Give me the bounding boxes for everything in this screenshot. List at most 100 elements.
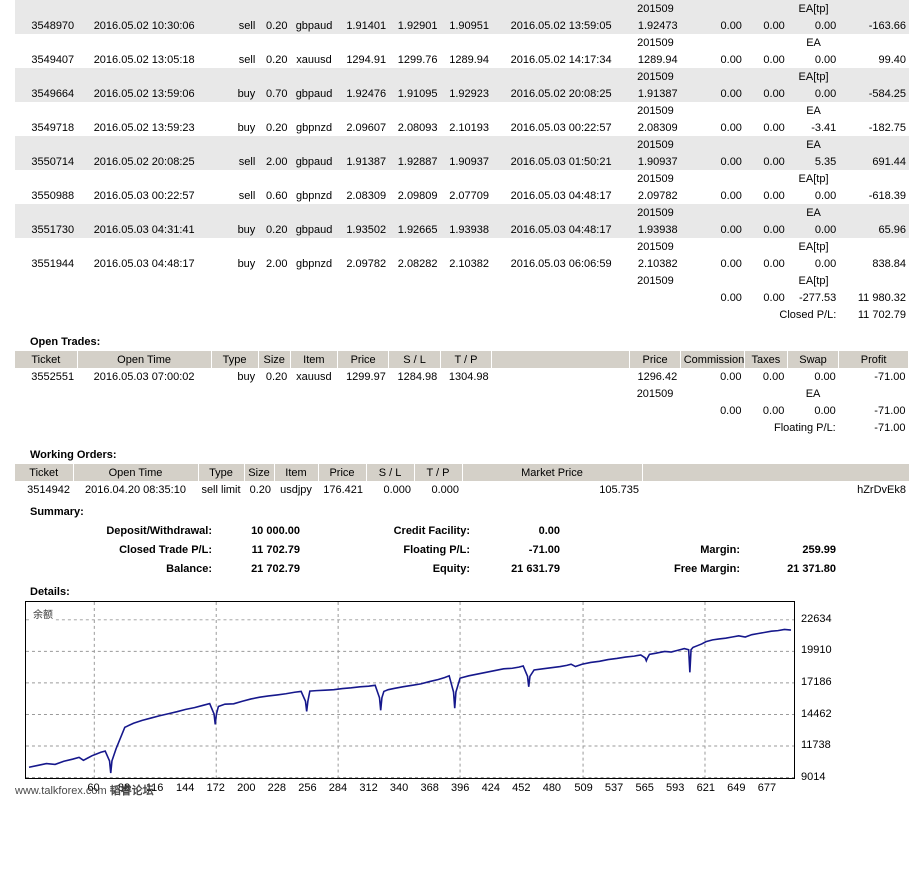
table-row[interactable]: 3549664 2016.05.02 13:59:06 buy 0.70 gbpaud 1… <box>15 85 909 102</box>
comment-spacer <box>211 68 259 85</box>
cell-close-price: 2.10382 <box>637 257 678 270</box>
chart-series-label: 余额 <box>32 606 54 621</box>
cell-profit: -584.25 <box>839 85 909 102</box>
cell-open-time: 2016.05.02 13:05:18 <box>93 53 195 66</box>
summary-row-deposit: Deposit/Withdrawal: 10 000.00 Credit Fac… <box>15 521 909 540</box>
summary-spacer-5 <box>839 559 909 578</box>
open-trades-table: Ticket Open Time Type Size Item Price S / LT /… <box>15 351 909 436</box>
summary-row-balance: Balance: 21 702.79 Equity: 21 631.79 Fre… <box>15 559 909 578</box>
closed-trade-comment-ea: EA[tp] <box>798 240 829 253</box>
comment-spacer <box>290 238 337 255</box>
cell-profit: 838.84 <box>872 257 906 270</box>
comment-spacer <box>15 204 78 221</box>
table-row[interactable]: 3552551 2016.05.03 07:00:02 buy 0.20 xauusd 1… <box>15 368 909 385</box>
floating-pl-row: Floating P/L: -71.00 <box>15 419 909 436</box>
comment-spacer <box>441 102 492 119</box>
comment-spacer <box>290 102 337 119</box>
cell-tp: 1.90951 <box>440 17 492 34</box>
comment-spacer <box>211 136 259 153</box>
totals-spacer <box>77 402 211 419</box>
cell-taxes: 0.00 <box>763 53 785 66</box>
chart-x-tick-label: 256 <box>298 782 317 794</box>
balance-value: 21 702.79 <box>251 562 300 575</box>
comment-spacer <box>337 204 390 221</box>
cell-commission: 0.00 <box>680 17 745 34</box>
cell-price: 1.91387 <box>337 153 390 170</box>
comment-spacer <box>680 68 745 85</box>
totals-profit: -71.00 <box>874 404 906 417</box>
cell-open-time: 2016.05.02 13:59:23 <box>93 121 195 134</box>
comment-spacer <box>77 102 211 119</box>
table-row[interactable]: 3551730 2016.05.03 04:31:41 buy 0.20 gbpaud 1… <box>15 221 909 238</box>
open-header-close-price: Price <box>629 351 681 368</box>
closed-trade-pl-label: Closed Trade P/L: <box>119 543 212 556</box>
cell-commission: 0.00 <box>720 189 742 202</box>
comment-spacer <box>77 385 211 402</box>
closed-trade-comment-code: 201509 <box>630 136 681 153</box>
open-header-price: Price <box>337 351 390 368</box>
cell-sl: 1284.98 <box>397 370 438 383</box>
comment-spacer <box>290 170 337 187</box>
comment-spacer <box>258 272 290 289</box>
cell-sl: 1.91095 <box>389 85 441 102</box>
comment-spacer <box>389 170 440 187</box>
cell-tp: 2.07709 <box>449 189 489 202</box>
cell-item: gbpnzd <box>296 189 333 202</box>
cell-swap: 0.00 <box>814 189 837 202</box>
chart-x-tick-label: 565 <box>635 782 654 794</box>
cell-taxes: 0.00 <box>763 257 785 270</box>
comment-spacer <box>211 272 258 289</box>
closed-pl-spacer <box>211 306 258 323</box>
comment-spacer <box>338 272 389 289</box>
table-row[interactable]: 3550988 2016.05.03 00:22:57 sell 0.60 gbpnzd… <box>15 187 909 204</box>
totals-taxes: 0.00 <box>762 404 785 417</box>
cell-swap: 0.00 <box>814 257 837 270</box>
cell-ticket: 3549718 <box>31 121 75 134</box>
comment-spacer <box>680 136 745 153</box>
floating-pl-label: Floating P/L: <box>773 421 836 434</box>
table-row[interactable]: 3550714 2016.05.02 20:08:25 sell 2.00 gbpaud… <box>15 153 909 170</box>
table-row[interactable]: 3548970 2016.05.02 10:30:06 sell 0.20 gbpaud… <box>15 17 909 34</box>
closed-trade-comment-row: 201509 EA[tp] <box>15 170 909 187</box>
floating-pl-spacer <box>492 419 630 436</box>
cell-type: buy <box>237 370 256 383</box>
comment-spacer <box>680 204 745 221</box>
closed-trade-comment-code: 201509 <box>637 36 674 49</box>
chart-x-tick-label: 340 <box>389 782 409 794</box>
cell-item: gbpnzd <box>296 121 333 134</box>
comment-spacer <box>258 136 291 153</box>
closed-trade-comment-row: 201509 EA <box>15 204 909 221</box>
cell-taxes: 0.00 <box>744 85 788 102</box>
closed-trade-comment-row: 201509 EA <box>15 34 909 51</box>
summary-spacer-4 <box>839 540 909 559</box>
cell-item: xauusd <box>296 53 332 66</box>
comment-spacer <box>744 0 788 17</box>
watermark-chinese: 韬睿论坛 <box>109 784 154 797</box>
cell-size: 0.20 <box>258 17 291 34</box>
comment-spacer <box>258 238 290 255</box>
cell-item: xauusd <box>296 370 332 383</box>
open-header-open-time: Open Time <box>77 351 212 368</box>
closed-pl-spacer <box>258 306 290 323</box>
closed-trade-comment-ea: EA <box>787 204 840 221</box>
open-header-ticket: Ticket <box>15 351 78 368</box>
comment-spacer <box>77 272 211 289</box>
table-row[interactable]: 3514942 2016.04.20 08:35:10 sell limit 0.20… <box>15 481 909 498</box>
balance-chart: 余额 22634 19910 17186 14462 11738 9014 60 88 116… <box>15 601 909 797</box>
table-row[interactable]: 3551944 2016.05.03 04:48:17 buy 2.00 gbpnzd 2… <box>15 255 909 272</box>
table-row[interactable]: 3549718 2016.05.02 13:59:23 buy 0.20 gbpnzd 2… <box>15 119 909 136</box>
totals-commission: 0.00 <box>720 291 742 304</box>
closed-trade-comment-ea: EA[tp] <box>787 68 840 85</box>
totals-spacer <box>630 289 680 306</box>
cell-open-time: 2016.05.03 00:22:57 <box>93 189 195 202</box>
floating-pl-spacer <box>440 419 491 436</box>
comment-spacer <box>211 170 258 187</box>
comment-spacer <box>491 136 631 153</box>
open-trades-header-row: Ticket Open Time Type Size Item Price S / LT /… <box>15 351 909 368</box>
comment-spacer <box>389 272 440 289</box>
table-row[interactable]: 3549407 2016.05.02 13:05:18 sell 0.20 xauusd… <box>15 51 909 68</box>
chart-x-tick-label: 172 <box>206 782 225 794</box>
totals-taxes: 0.00 <box>763 291 785 304</box>
cell-price: 1294.91 <box>346 53 387 66</box>
open-header-swap: Swap <box>787 351 840 368</box>
